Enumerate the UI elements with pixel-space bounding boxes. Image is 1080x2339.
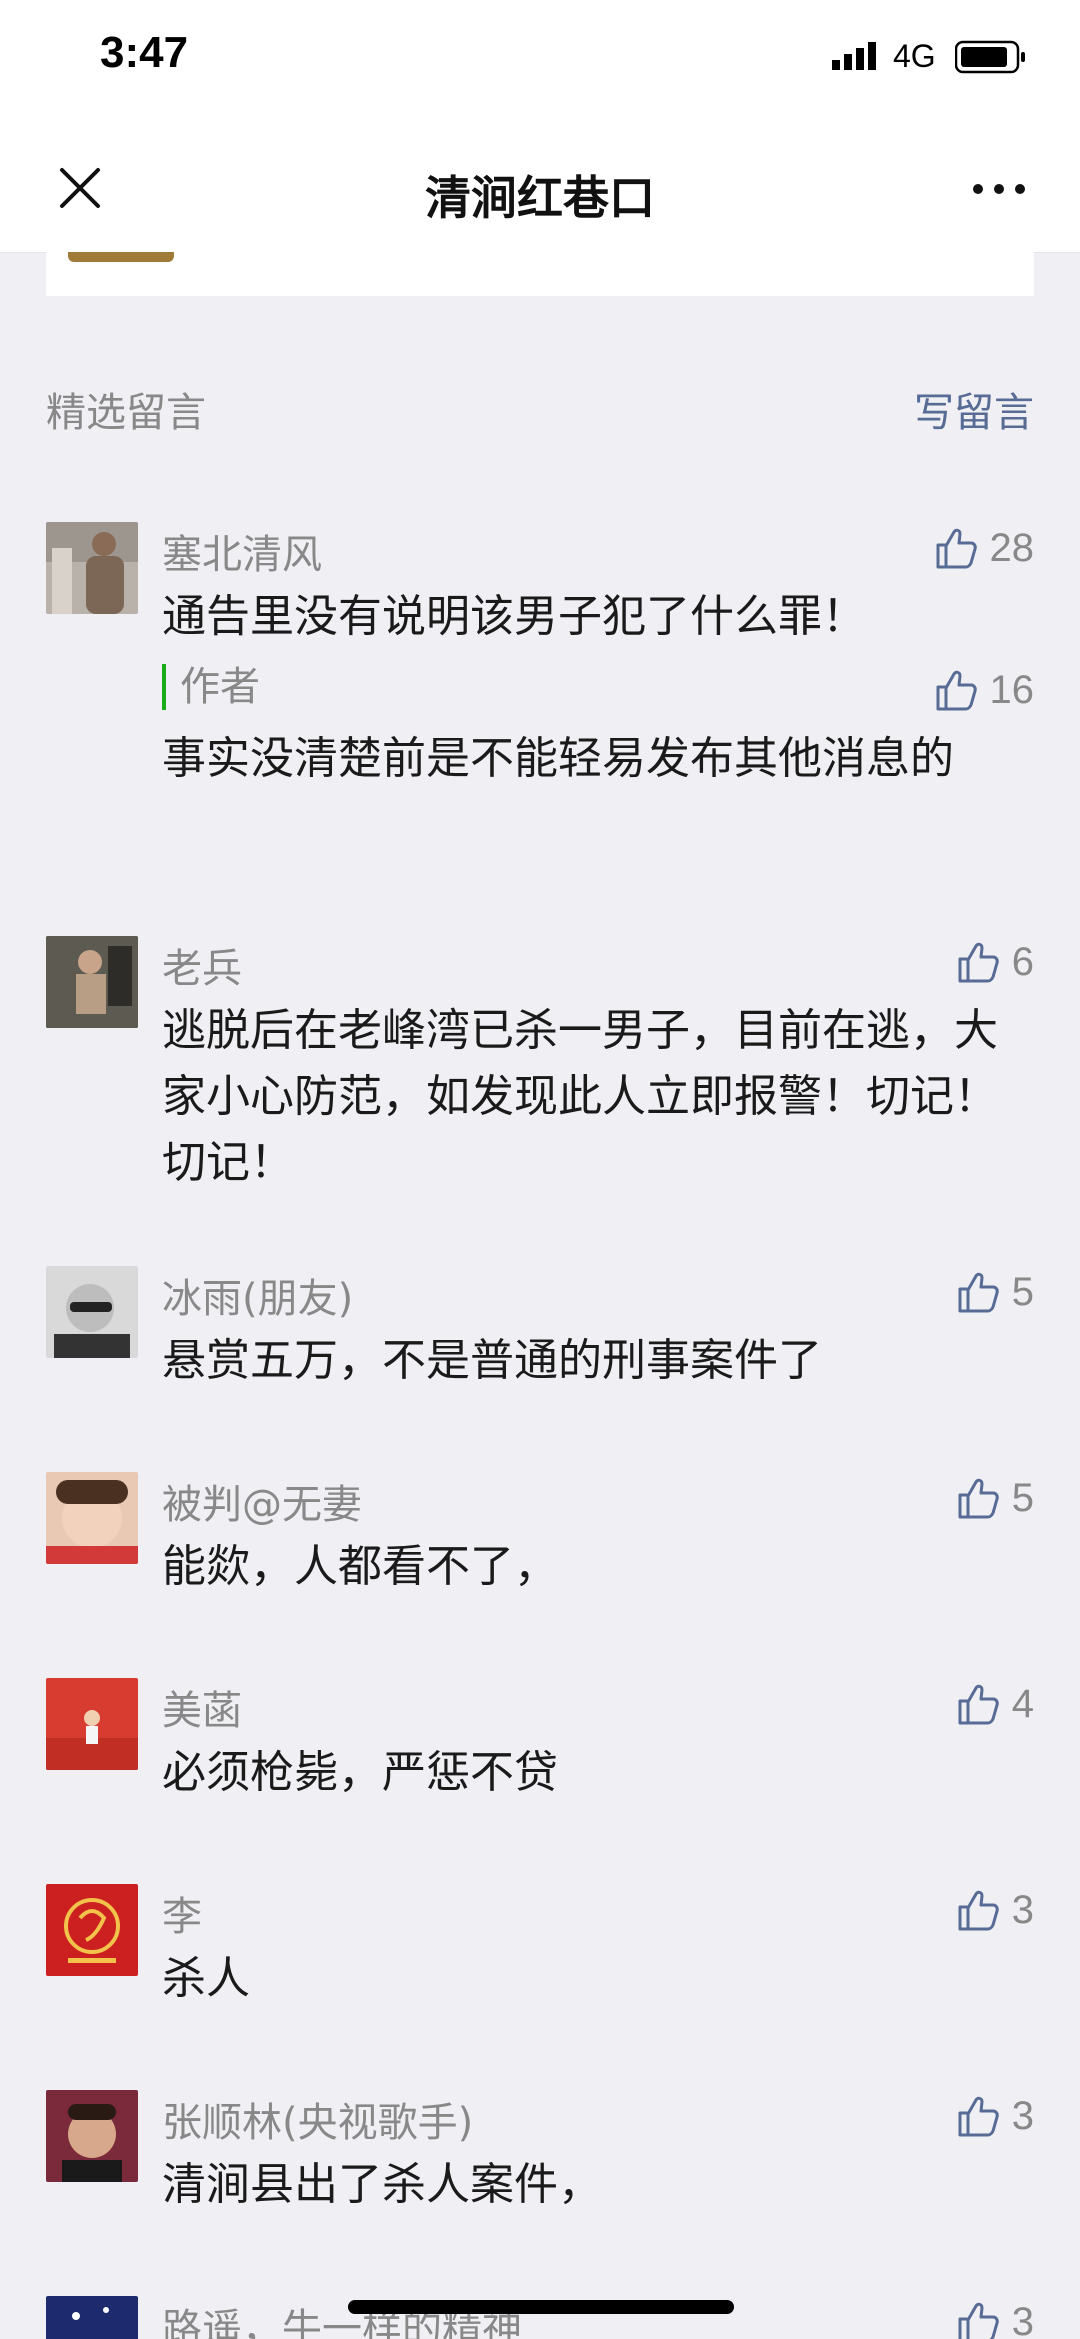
like-button[interactable]: 5	[956, 1472, 1034, 1524]
comments-title: 精选留言	[46, 390, 206, 436]
home-indicator[interactable]	[348, 2300, 734, 2314]
like-button[interactable]: 6	[956, 936, 1034, 988]
thumbs-up-icon	[958, 1272, 999, 1313]
like-count: 5	[1011, 1269, 1034, 1314]
comment-text: 必须枪毙，严惩不贷	[162, 1747, 558, 1798]
battery-icon	[955, 40, 1025, 74]
comment-item: 冰雨(朋友) 5 悬赏五万，不是普通的刑事案件了	[46, 1266, 1034, 1406]
comment-text: 悬赏五万，不是普通的刑事案件了	[162, 1335, 822, 1386]
status-time: 3:47	[100, 28, 189, 77]
avatar[interactable]	[46, 1266, 138, 1358]
like-button[interactable]: 16	[934, 664, 1035, 716]
comment-text: 杀人	[162, 1953, 250, 2004]
status-bar: 3:47 4G	[0, 0, 1080, 120]
like-button[interactable]: 3	[956, 2090, 1034, 2142]
avatar[interactable]	[46, 2090, 138, 2182]
comment-author: 老兵	[162, 946, 242, 992]
thumbs-up-icon	[958, 2302, 999, 2339]
like-button[interactable]: 4	[956, 1678, 1034, 1730]
comment-text: 通告里没有说明该男子犯了什么罪！	[162, 591, 866, 642]
signal-icon	[832, 42, 876, 70]
comment-text: 逃脱后在老峰湾已杀一男子，目前在逃，大家小心防范，如发现此人立即报警！切记！切记…	[162, 1005, 998, 1188]
author-reply: 作者 16 事实没清楚前是不能轻易发布其他消息的	[162, 664, 1034, 854]
write-comment-button[interactable]: 写留言	[914, 380, 1034, 438]
avatar[interactable]	[46, 1678, 138, 1770]
comment-author: 塞北清风	[162, 532, 322, 578]
comment-item: 被判@无妻 5 能欻，人都看不了，	[46, 1472, 1034, 1612]
comment-item: 塞北清风 28 通告里没有说明该男子犯了什么罪！ 作者 16 事实没清楚前是不能…	[46, 522, 1034, 862]
article-thumbnail	[68, 252, 174, 262]
comment-author: 李	[162, 1894, 202, 1940]
like-count: 4	[1011, 1681, 1034, 1726]
like-button[interactable]: 3	[956, 1884, 1034, 1936]
comment-item: 张顺林(央视歌手) 3 清涧县出了杀人案件，	[46, 2090, 1034, 2230]
thumbs-up-icon	[958, 942, 999, 983]
comments-header: 精选留言 写留言	[46, 380, 1034, 440]
page-title: 清涧红巷口	[425, 171, 655, 225]
like-count: 3	[1011, 1887, 1034, 1932]
thumbs-up-icon	[936, 670, 977, 711]
like-button[interactable]: 28	[934, 522, 1035, 574]
thumbs-up-icon	[958, 1478, 999, 1519]
like-count: 6	[1011, 939, 1034, 984]
comment-author: 张顺林(央视歌手)	[162, 2100, 474, 2146]
thumbs-up-icon	[958, 1684, 999, 1725]
reply-text: 事实没清楚前是不能轻易发布其他消息的	[162, 733, 954, 784]
like-count: 16	[989, 667, 1035, 712]
like-count: 28	[989, 525, 1035, 570]
comment-item: 美菡 4 必须枪毙，严惩不贷	[46, 1678, 1034, 1818]
avatar[interactable]	[46, 936, 138, 1028]
comment-item: 李 3 杀人	[46, 1884, 1034, 2024]
nav-bar: 清涧红巷口	[0, 120, 1080, 253]
avatar[interactable]	[46, 522, 138, 614]
article-card[interactable]	[46, 252, 1034, 296]
comment-author: 美菡	[162, 1688, 242, 1734]
like-button[interactable]: 3	[956, 2296, 1034, 2339]
network-label: 4G	[893, 38, 936, 74]
comment-text: 清涧县出了杀人案件，	[162, 2159, 602, 2210]
comment-item: 老兵 6 逃脱后在老峰湾已杀一男子，目前在逃，大家小心防范，如发现此人立即报警！…	[46, 936, 1034, 1196]
avatar[interactable]	[46, 2296, 138, 2339]
like-button[interactable]: 5	[956, 1266, 1034, 1318]
thumbs-up-icon	[936, 528, 977, 569]
like-count: 5	[1011, 1475, 1034, 1520]
comment-text: 能欻，人都看不了，	[162, 1541, 558, 1592]
like-count: 3	[1011, 2299, 1034, 2339]
like-count: 3	[1011, 2093, 1034, 2138]
thumbs-up-icon	[958, 1890, 999, 1931]
reply-author-label: 作者	[162, 664, 260, 710]
comment-author: 冰雨(朋友)	[162, 1276, 354, 1322]
avatar[interactable]	[46, 1472, 138, 1564]
comment-author: 被判@无妻	[162, 1482, 362, 1528]
more-icon[interactable]	[970, 180, 1028, 198]
avatar[interactable]	[46, 1884, 138, 1976]
thumbs-up-icon	[958, 2096, 999, 2137]
